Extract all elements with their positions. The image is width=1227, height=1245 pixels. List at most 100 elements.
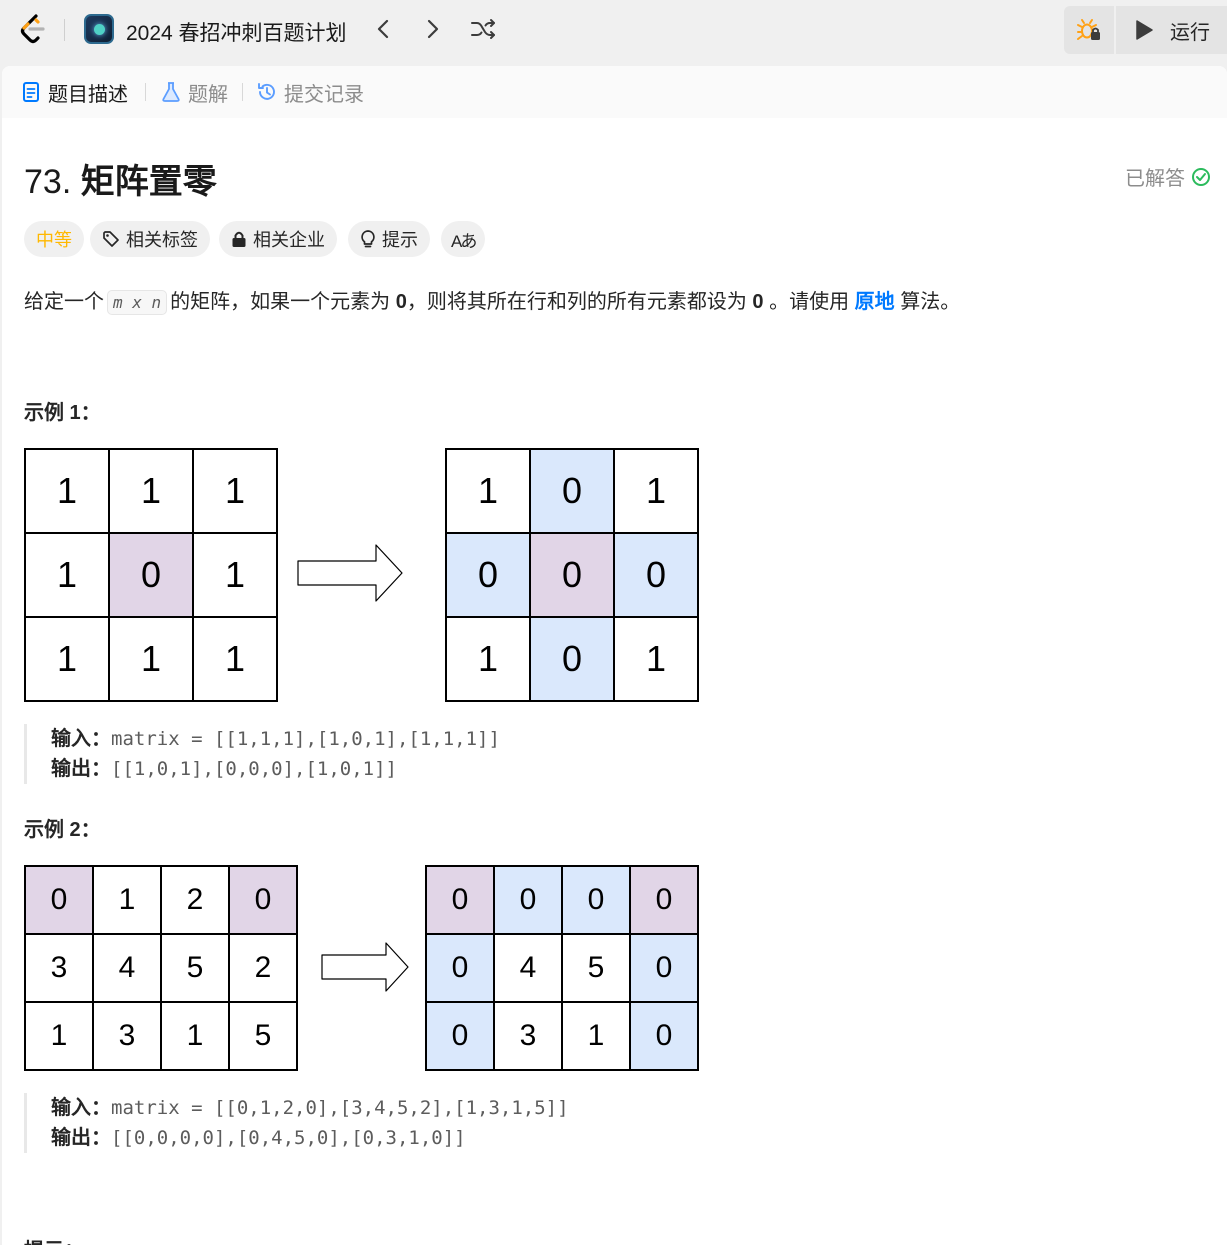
matrix-cell: 1 (446, 449, 530, 533)
next-problem-icon[interactable] (418, 14, 448, 44)
tab-divider (242, 83, 243, 101)
arrow-right-icon (297, 544, 403, 602)
run-button[interactable]: 运行 (1116, 6, 1227, 54)
desc-text: 给定一个 (24, 291, 104, 313)
hint-label: 提示 (382, 230, 418, 250)
related-tags-button[interactable]: 相关标签 (90, 221, 210, 257)
tab-divider (145, 83, 146, 101)
tab-submissions-label: 提交记录 (284, 83, 364, 106)
translate-icon: Aあ (451, 231, 477, 251)
solved-label: 已解答 (1125, 168, 1185, 190)
problem-panel: 题目描述 题解 提交记录 73. 矩阵置零 已解答 中等 相关标签 相关企业 提… (2, 66, 1227, 1245)
desc-bold: 0 (752, 291, 764, 313)
output-value: [[0,0,0,0],[0,4,5,0],[0,3,1,0]] (111, 1127, 466, 1149)
leetcode-logo-icon[interactable] (16, 12, 50, 46)
debug-bug-icon (1077, 19, 1100, 40)
matrix-cell: 2 (161, 866, 229, 934)
history-icon (256, 81, 278, 103)
example-2-title: 示例 2： (24, 819, 101, 841)
arrow-right-icon (321, 942, 409, 992)
lightbulb-icon (360, 229, 376, 249)
matrix-cell: 0 (229, 866, 297, 934)
example-2-input-grid: 012034521315 (24, 865, 298, 1071)
top-bar: 2024 春招冲刺百题计划 运行 (0, 0, 1227, 62)
related-tags-label: 相关标签 (126, 230, 198, 250)
matrix-cell: 0 (530, 533, 614, 617)
study-plan-title[interactable]: 2024 春招冲刺百题计划 (126, 17, 347, 47)
example-1-input-grid: 111101111 (24, 448, 278, 702)
tag-icon (102, 230, 120, 248)
font-translate-button[interactable]: Aあ (441, 221, 486, 257)
matrix-cell: 5 (562, 934, 630, 1002)
input-label: 输入： (51, 1097, 111, 1119)
matrix-cell: 1 (193, 449, 277, 533)
desc-text: 的矩阵，如果一个元素为 (170, 291, 391, 313)
matrix-cell: 3 (93, 1002, 161, 1070)
panel-tabs: 题目描述 题解 提交记录 (2, 66, 1227, 118)
matrix-cell: 1 (93, 866, 161, 934)
check-circle-icon (1192, 167, 1210, 186)
matrix-cell: 5 (229, 1002, 297, 1070)
desc-text: 。请使用 (769, 291, 850, 313)
problem-name: 矩阵置零 (80, 163, 217, 201)
shuffle-icon[interactable] (468, 14, 498, 44)
matrix-cell: 1 (446, 617, 530, 701)
prev-problem-icon[interactable] (368, 14, 398, 44)
output-value: [[1,0,1],[0,0,0],[1,0,1]] (111, 758, 397, 780)
matrix-cell: 1 (25, 449, 109, 533)
tab-description[interactable]: 题目描述 (20, 66, 128, 118)
debug-button[interactable] (1064, 6, 1114, 54)
matrix-cell: 0 (446, 533, 530, 617)
matrix-cell: 4 (494, 934, 562, 1002)
document-icon (20, 81, 42, 103)
desc-text: ，则将其所在行和列的所有元素都设为 (406, 291, 747, 313)
example-1-title: 示例 1： (24, 402, 101, 424)
input-label: 输入： (51, 728, 111, 750)
problem-number: 73. (24, 163, 72, 201)
matrix-cell: 1 (109, 449, 193, 533)
desc-bold: 0 (395, 291, 407, 313)
output-label: 输出： (51, 1127, 111, 1149)
input-value: matrix = [[1,1,1],[1,0,1],[1,1,1]] (111, 728, 500, 750)
output-label: 输出： (51, 758, 111, 780)
matrix-cell: 0 (494, 866, 562, 934)
related-companies-label: 相关企业 (253, 230, 325, 250)
tab-solutions[interactable]: 题解 (160, 66, 228, 118)
matrix-cell: 5 (161, 934, 229, 1002)
matrix-cell: 1 (193, 533, 277, 617)
matrix-cell: 4 (93, 934, 161, 1002)
flask-icon (160, 81, 182, 103)
example-1-output-grid: 101000101 (445, 448, 699, 702)
difficulty-badge: 中等 (24, 221, 84, 257)
tab-submissions[interactable]: 提交记录 (256, 66, 364, 118)
matrix-cell: 2 (229, 934, 297, 1002)
matrix-cell: 1 (562, 1002, 630, 1070)
study-plan-icon[interactable] (84, 14, 114, 44)
matrix-cell: 0 (630, 1002, 698, 1070)
tab-description-label: 题目描述 (48, 83, 128, 106)
in-place-link[interactable]: 原地 (855, 291, 895, 313)
matrix-cell: 3 (494, 1002, 562, 1070)
matrix-cell: 0 (614, 533, 698, 617)
problem-description: 给定一个 m x n 的矩阵，如果一个元素为 0，则将其所在行和列的所有元素都设为 … (24, 285, 960, 315)
matrix-cell: 0 (530, 617, 614, 701)
matrix-cell: 0 (426, 866, 494, 934)
matrix-cell: 0 (426, 1002, 494, 1070)
run-label: 运行 (1170, 21, 1210, 44)
related-companies-button[interactable]: 相关企业 (219, 221, 337, 257)
hint-button[interactable]: 提示 (348, 221, 430, 257)
inline-code: m x n (107, 290, 168, 315)
matrix-cell: 1 (25, 1002, 93, 1070)
matrix-cell: 0 (530, 449, 614, 533)
input-value: matrix = [[0,1,2,0],[3,4,5,2],[1,3,1,5]] (111, 1097, 569, 1119)
constraints-title: 提示： (24, 1234, 84, 1245)
matrix-cell: 3 (25, 934, 93, 1002)
matrix-cell: 0 (630, 866, 698, 934)
header-divider (64, 19, 65, 41)
matrix-cell: 0 (630, 934, 698, 1002)
run-toolbar: 运行 (1064, 6, 1227, 54)
example-2-output-grid: 000004500310 (425, 865, 699, 1071)
problem-title[interactable]: 73. 矩阵置零 (24, 154, 217, 203)
lock-icon (231, 230, 247, 248)
matrix-cell: 1 (25, 617, 109, 701)
